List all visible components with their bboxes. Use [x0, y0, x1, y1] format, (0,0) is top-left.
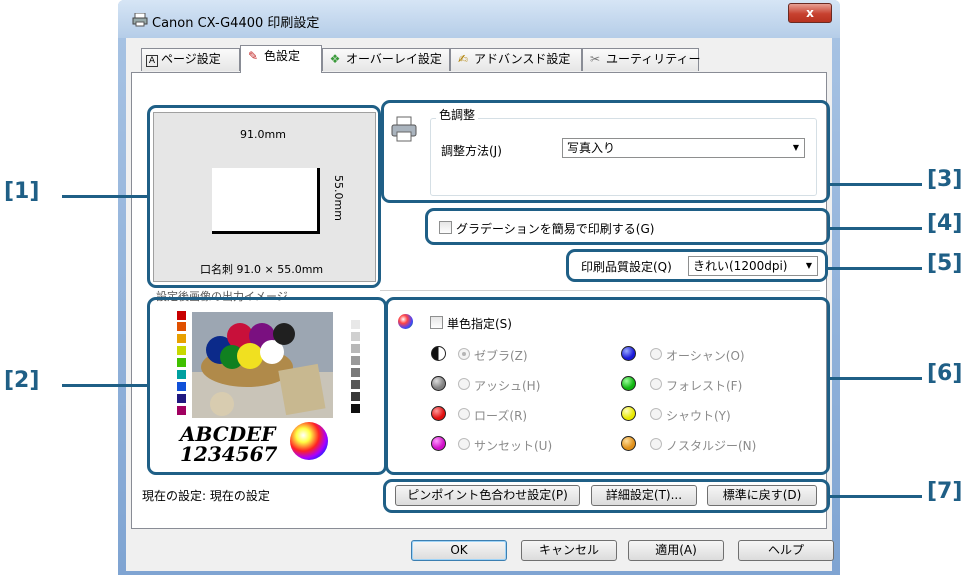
tab-label: ユーティリティー: [606, 52, 701, 66]
callout-marker-5: [5]: [927, 251, 963, 276]
close-button[interactable]: x: [788, 3, 832, 23]
callout-marker-3: [3]: [927, 167, 963, 192]
tab-overlay-settings[interactable]: ❖ オーバーレイ設定: [322, 48, 450, 71]
callout-marker-4: [4]: [927, 211, 963, 236]
tab-label: オーバーレイ設定: [346, 52, 442, 66]
tab-page-setup[interactable]: A ページ設定: [141, 48, 240, 71]
printer-title-icon: [132, 13, 148, 27]
help-button[interactable]: ヘルプ: [738, 540, 834, 561]
callout-line-2: [62, 384, 149, 387]
callout-line-4: [828, 227, 922, 230]
callout-line-6: [828, 377, 922, 380]
callout-marker-2: [2]: [4, 368, 40, 393]
color-brush-icon: ✎: [247, 49, 259, 63]
callout-marker-1: [1]: [4, 179, 40, 204]
callout-box-3: [381, 100, 830, 203]
callout-box-5: [566, 249, 828, 282]
cancel-button[interactable]: キャンセル: [521, 540, 617, 561]
current-settings-text: 現在の設定: 現在の設定: [142, 489, 270, 503]
tab-label: ページ設定: [161, 52, 221, 66]
page-setup-icon: A: [146, 55, 158, 67]
apply-button[interactable]: 適用(A): [628, 540, 724, 561]
callout-line-5: [826, 267, 922, 270]
callout-box-6: [385, 297, 830, 475]
overlay-icon: ❖: [329, 52, 341, 66]
ok-button[interactable]: OK: [411, 540, 507, 561]
callout-box-2: [147, 297, 387, 475]
callout-box-4: [425, 208, 830, 245]
callout-line-3: [828, 183, 922, 186]
advanced-pen-icon: ✍: [457, 52, 469, 66]
callout-box-7: [383, 479, 830, 513]
callout-line-1: [62, 195, 149, 198]
window-title: Canon CX-G4400 印刷設定: [152, 16, 320, 31]
callout-marker-7: [7]: [927, 479, 963, 504]
tab-utility[interactable]: ✂ ユーティリティー: [582, 48, 701, 71]
tab-advanced-settings[interactable]: ✍ アドバンスド設定: [450, 48, 582, 71]
utility-tools-icon: ✂: [589, 52, 601, 66]
tab-label: アドバンスド設定: [474, 52, 571, 66]
tab-color-settings[interactable]: ✎ 色設定: [240, 45, 322, 73]
section-divider: [380, 290, 820, 291]
callout-box-1: [147, 105, 381, 288]
callout-line-7: [828, 495, 922, 498]
callout-marker-6: [6]: [927, 361, 963, 386]
tab-label: 色設定: [264, 49, 301, 63]
